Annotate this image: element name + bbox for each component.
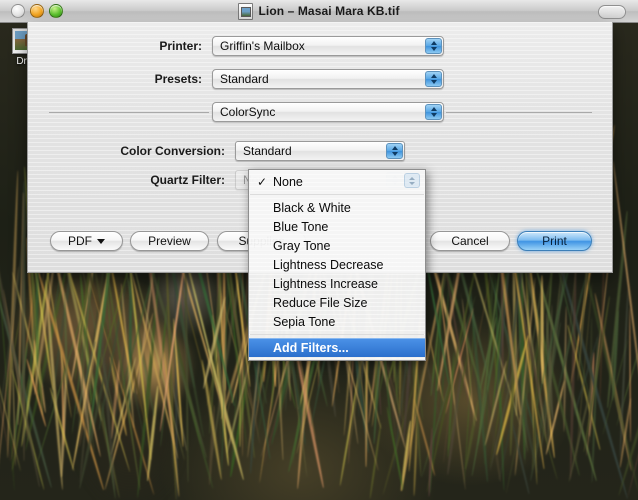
menu-item[interactable]: Blue Tone [249,217,425,236]
divider-right [446,112,592,113]
color-conversion-row: Color Conversion: Standard [28,141,612,161]
quartz-filter-menu[interactable]: None Black & White Blue Tone Gray Tone Light… [248,169,426,361]
menu-item[interactable]: None [249,172,425,191]
close-button[interactable] [11,4,25,18]
chevron-updown-icon [425,38,442,54]
window-title-group: Lion – Masai Mara KB.tif [0,0,638,22]
menu-item-label: Sepia Tone [273,315,335,329]
color-conversion-label: Color Conversion: [28,144,225,158]
zoom-button[interactable] [49,4,63,18]
chevron-down-icon [97,239,105,244]
menu-item-label: Lightness Increase [273,277,378,291]
menu-item[interactable]: Lightness Increase [249,274,425,293]
chevron-updown-icon [425,104,442,120]
menu-item[interactable]: Reduce File Size [249,293,425,312]
menu-item-label: Black & White [273,201,351,215]
pdf-button[interactable]: PDF [50,231,123,251]
menu-item[interactable]: Add Filters... [249,338,425,357]
chevron-updown-icon [425,71,442,87]
printer-value: Griffin's Mailbox [213,39,305,53]
screen: Draw Lion – Masai Mara KB.tif Printer: G… [0,0,638,500]
menu-item[interactable]: Gray Tone [249,236,425,255]
menu-item[interactable]: Lightness Decrease [249,255,425,274]
presets-value: Standard [213,72,269,86]
menu-item-label: Blue Tone [273,220,328,234]
cancel-button[interactable]: Cancel [430,231,510,251]
print-pane-popup[interactable]: ColorSync [212,102,444,122]
minimize-button[interactable] [30,4,44,18]
printer-row: Printer: Griffin's Mailbox [28,36,612,56]
window-title: Lion – Masai Mara KB.tif [258,4,399,18]
printer-label: Printer: [28,39,202,53]
presets-label: Presets: [28,72,202,86]
print-button-label: Print [542,234,567,248]
window-title-bar[interactable]: Lion – Masai Mara KB.tif [0,0,638,23]
color-conversion-popup[interactable]: Standard [235,141,405,161]
preview-button-label: Preview [148,234,191,248]
color-conversion-value: Standard [236,144,292,158]
toolbar-toggle-button[interactable] [598,5,626,19]
menu-item-label: Lightness Decrease [273,258,383,272]
pdf-button-label: PDF [68,234,92,248]
chevron-updown-icon [386,143,403,159]
presets-popup[interactable]: Standard [212,69,444,89]
menu-item-label: Reduce File Size [273,296,368,310]
preview-button[interactable]: Preview [130,231,209,251]
presets-row: Presets: Standard [28,69,612,89]
print-pane-value: ColorSync [213,105,275,119]
divider-left [49,112,209,113]
menu-item-label: Add Filters... [273,341,349,355]
menu-separator [250,194,424,195]
cancel-button-label: Cancel [451,234,488,248]
quartz-filter-label: Quartz Filter: [28,173,225,187]
menu-item-label: None [273,175,303,189]
menu-item[interactable]: Black & White [249,198,425,217]
print-button[interactable]: Print [517,231,592,251]
printer-popup[interactable]: Griffin's Mailbox [212,36,444,56]
document-icon [238,3,253,20]
menu-item[interactable]: Sepia Tone [249,312,425,331]
window-controls [11,4,63,18]
menu-item-label: Gray Tone [273,239,330,253]
menu-separator [250,334,424,335]
